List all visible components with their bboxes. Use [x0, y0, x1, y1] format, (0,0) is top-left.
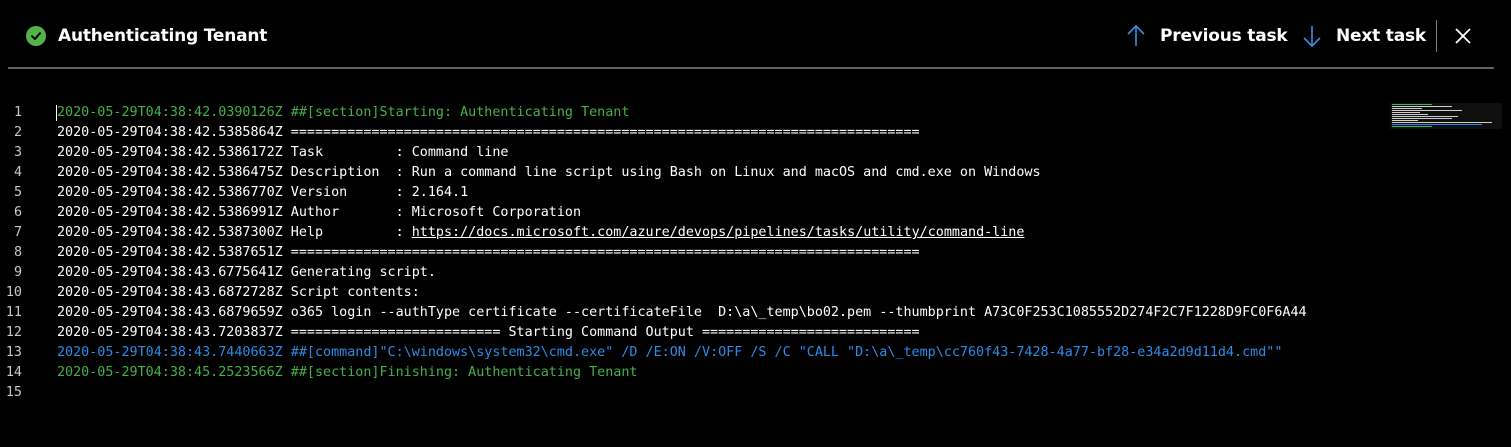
log-text: 2020-05-29T04:38:43.6879659Z o365 login … — [57, 305, 1307, 320]
minimap-line — [1392, 126, 1432, 127]
minimap-line — [1392, 124, 1482, 125]
line-number: 14 — [5, 365, 22, 380]
log-text: 2020-05-29T04:38:42.5387651Z ===========… — [57, 245, 920, 260]
line-number: 1 — [13, 105, 22, 120]
previous-task-button[interactable]: Previous task — [1126, 24, 1288, 48]
minimap-line — [1392, 104, 1432, 105]
log-line: 15 — [0, 383, 1390, 403]
line-number: 15 — [5, 385, 22, 400]
log-line: 3 2020-05-29T04:38:42.5386172Z Task : Co… — [0, 143, 1390, 163]
log-text: 2020-05-29T04:38:42.5386991Z Author : Mi… — [57, 205, 582, 220]
log-text: 2020-05-29T04:38:43.6775641Z Generating … — [57, 265, 436, 280]
minimap-line — [1392, 112, 1420, 113]
next-task-label: Next task — [1336, 26, 1426, 46]
success-check-icon — [26, 26, 46, 46]
log-text: 2020-05-29T04:38:43.7203837Z ===========… — [57, 325, 920, 340]
close-icon[interactable] — [1453, 26, 1473, 46]
minimap-line — [1392, 122, 1492, 123]
log-output[interactable]: 1 2020-05-29T04:38:42.0390126Z ##[sectio… — [0, 103, 1390, 403]
editor-minimap[interactable] — [1390, 103, 1502, 129]
minimap-line — [1392, 106, 1452, 107]
log-text: 2020-05-29T04:38:42.5386172Z Task : Comm… — [57, 145, 509, 160]
log-line: 12 2020-05-29T04:38:43.7203837Z ========… — [0, 323, 1390, 343]
log-line: 6 2020-05-29T04:38:42.5386991Z Author : … — [0, 203, 1390, 223]
minimap-line — [1392, 120, 1418, 121]
log-text: 2020-05-29T04:38:42.5385864Z ===========… — [57, 125, 920, 140]
log-line: 14 2020-05-29T04:38:45.2523566Z ##[secti… — [0, 363, 1390, 383]
line-number: 4 — [13, 165, 22, 180]
previous-task-label: Previous task — [1160, 26, 1288, 46]
header-separator — [8, 67, 1494, 69]
log-line: 1 2020-05-29T04:38:42.0390126Z ##[sectio… — [0, 103, 1390, 123]
log-text: 2020-05-29T04:38:42.5386770Z Version : 2… — [57, 185, 469, 200]
minimap-line — [1392, 114, 1428, 115]
line-number: 5 — [13, 185, 22, 200]
line-number: 3 — [13, 145, 22, 160]
log-line: 13 2020-05-29T04:38:43.7440663Z ##[comma… — [0, 343, 1390, 363]
minimap-line — [1392, 108, 1422, 109]
task-title: Authenticating Tenant — [58, 26, 268, 46]
log-line: 8 2020-05-29T04:38:42.5387651Z =========… — [0, 243, 1390, 263]
line-number: 8 — [13, 245, 22, 260]
log-line: 10 2020-05-29T04:38:43.6872728Z Script c… — [0, 283, 1390, 303]
log-line: 11 2020-05-29T04:38:43.6879659Z o365 log… — [0, 303, 1390, 323]
arrow-down-icon — [1302, 24, 1322, 48]
log-text: 2020-05-29T04:38:42.0390126Z ##[section]… — [57, 105, 630, 120]
line-number: 13 — [5, 345, 22, 360]
log-line: 2 2020-05-29T04:38:42.5385864Z =========… — [0, 123, 1390, 143]
minimap-line — [1392, 116, 1458, 117]
log-text: 2020-05-29T04:38:45.2523566Z ##[section]… — [57, 365, 638, 380]
minimap-line — [1392, 110, 1462, 111]
help-link[interactable]: https://docs.microsoft.com/azure/devops/… — [412, 225, 1025, 240]
line-number: 11 — [5, 305, 22, 320]
log-line: 7 2020-05-29T04:38:42.5387300Z Help : ht… — [0, 223, 1390, 243]
next-task-button[interactable]: Next task — [1302, 24, 1426, 48]
task-title-group: Authenticating Tenant — [26, 26, 267, 46]
text-cursor — [56, 105, 57, 121]
line-number: 10 — [5, 285, 22, 300]
minimap-line — [1392, 118, 1452, 119]
log-text: 2020-05-29T04:38:43.6872728Z Script cont… — [57, 285, 420, 300]
log-text: 2020-05-29T04:38:42.5387300Z Help : http… — [57, 223, 1024, 243]
log-text: 2020-05-29T04:38:42.5386475Z Description… — [57, 165, 1041, 180]
log-line: 4 2020-05-29T04:38:42.5386475Z Descripti… — [0, 163, 1390, 183]
line-number: 7 — [13, 225, 22, 240]
log-text: 2020-05-29T04:38:43.7440663Z ##[command]… — [57, 345, 1283, 360]
line-number: 9 — [13, 265, 22, 280]
task-header: Authenticating Tenant Previous task Next… — [0, 0, 1511, 68]
log-line: 5 2020-05-29T04:38:42.5386770Z Version :… — [0, 183, 1390, 203]
line-number: 12 — [5, 325, 22, 340]
log-line: 9 2020-05-29T04:38:43.6775641Z Generatin… — [0, 263, 1390, 283]
arrow-up-icon — [1126, 24, 1146, 48]
line-number: 2 — [13, 125, 22, 140]
line-number: 6 — [13, 205, 22, 220]
log-help-prefix: 2020-05-29T04:38:42.5387300Z Help : — [57, 225, 412, 240]
header-divider — [1436, 20, 1437, 52]
